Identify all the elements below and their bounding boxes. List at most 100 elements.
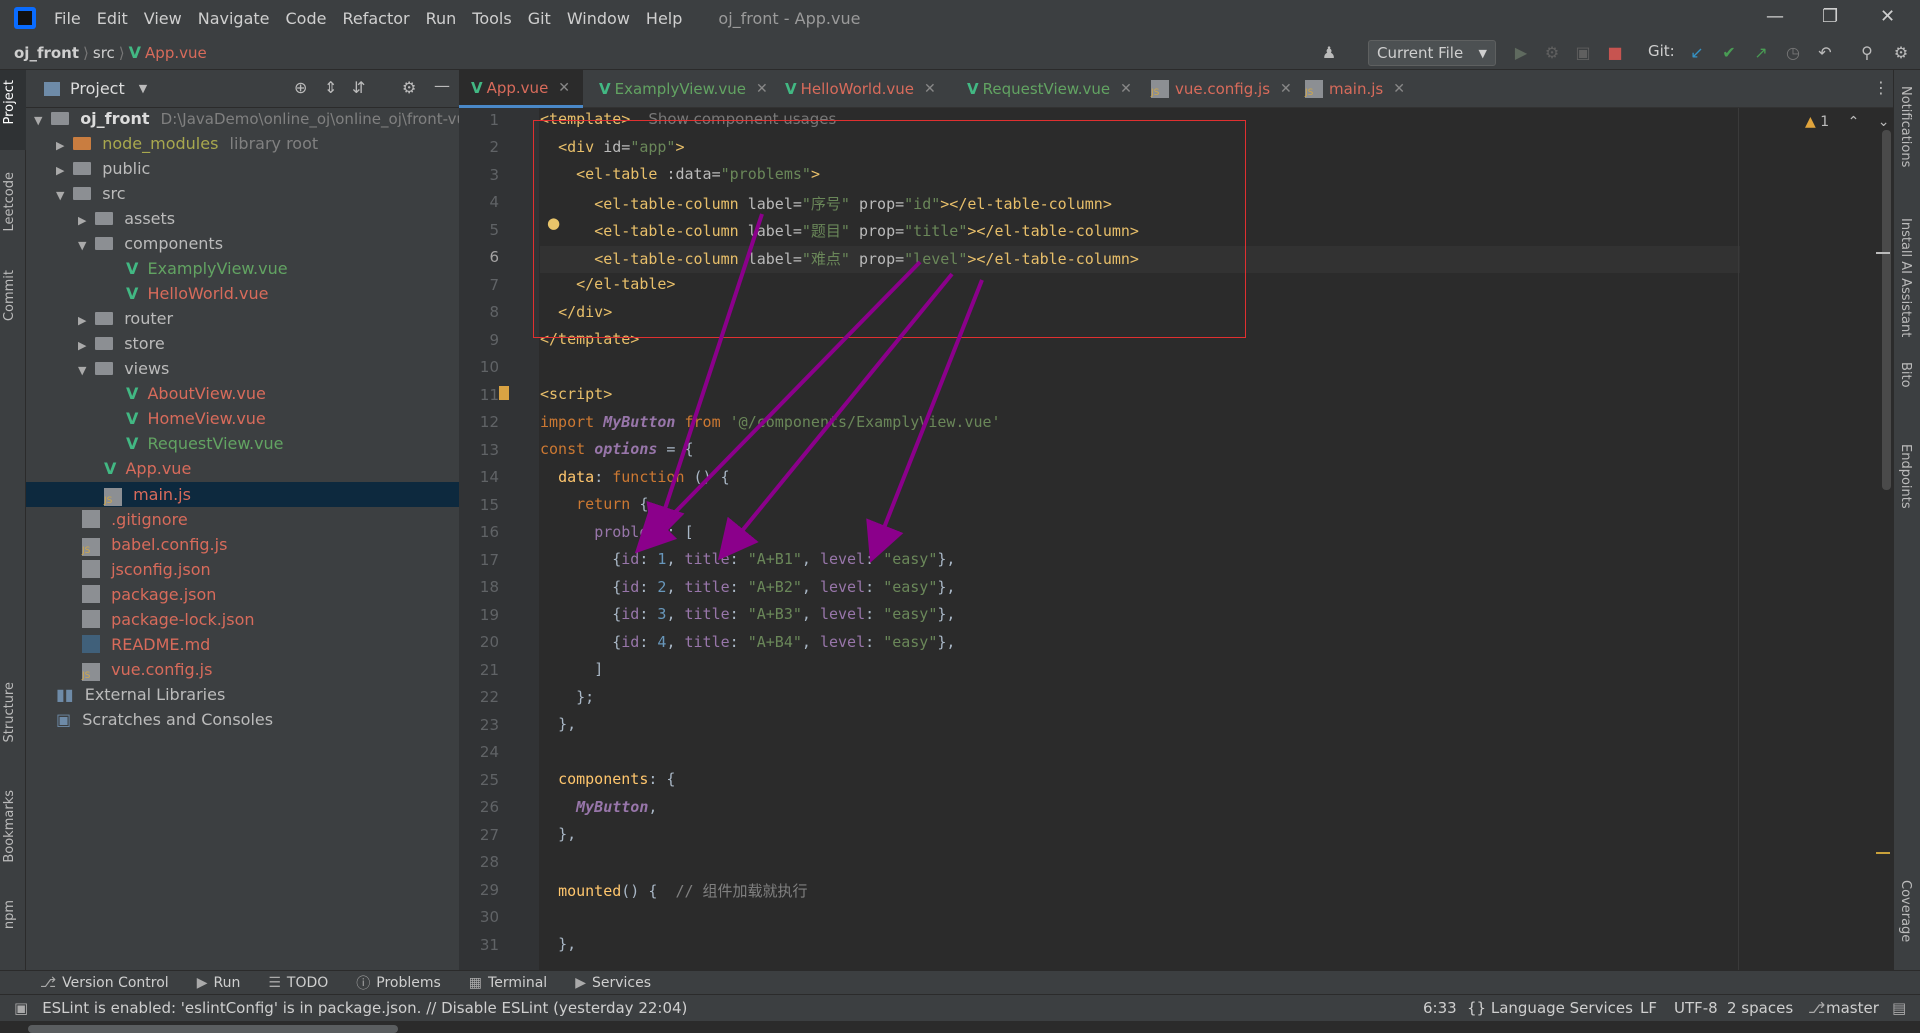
tool-tab-npm[interactable]: npm bbox=[2, 900, 17, 929]
git-push-icon[interactable]: ↗ bbox=[1752, 44, 1770, 62]
tool-tab-services[interactable]: ▶ Services bbox=[575, 975, 651, 991]
menu-run[interactable]: Run bbox=[426, 9, 457, 28]
tab-app-vue[interactable]: V App.vue ✕ bbox=[459, 70, 583, 108]
minimize-icon[interactable]: — bbox=[1766, 6, 1784, 27]
tree-item-public[interactable]: ▶ public bbox=[56, 156, 150, 181]
close-tab-icon[interactable]: ✕ bbox=[924, 81, 936, 97]
tree-item-requestview[interactable]: V RequestView.vue bbox=[126, 431, 284, 456]
code-line-15[interactable]: return { bbox=[540, 495, 648, 513]
coverage-run-icon[interactable]: ▣ bbox=[1574, 44, 1592, 62]
tree-item-jsconfig[interactable]: jsconfig.json bbox=[82, 557, 211, 582]
tool-tab-project[interactable]: Project bbox=[2, 80, 17, 124]
close-tab-icon[interactable]: ✕ bbox=[1393, 81, 1405, 97]
code-line-19[interactable]: {id: 3, title: "A+B3", level: "easy"}, bbox=[540, 605, 955, 623]
locate-icon[interactable]: ⊕ bbox=[294, 78, 307, 97]
editor-vertical-scrollbar[interactable] bbox=[1882, 130, 1891, 490]
code-line-14[interactable]: data: function () { bbox=[540, 468, 730, 486]
search-icon[interactable]: ⚲ bbox=[1858, 44, 1876, 62]
tool-tab-bookmarks[interactable]: Bookmarks bbox=[2, 790, 17, 863]
menu-file[interactable]: File bbox=[54, 9, 81, 28]
toggle-tool-windows-icon[interactable]: ▣ bbox=[14, 999, 28, 1017]
breadcrumb-src[interactable]: src bbox=[93, 44, 115, 62]
more-tabs-icon[interactable]: ⋮ bbox=[1873, 78, 1889, 97]
tree-item-babel-config[interactable]: JS babel.config.js bbox=[82, 532, 227, 557]
menu-edit[interactable]: Edit bbox=[97, 9, 128, 28]
code-line-31[interactable]: }, bbox=[540, 935, 576, 953]
code-line-20[interactable]: {id: 4, title: "A+B4", level: "easy"}, bbox=[540, 633, 955, 651]
code-line-26[interactable]: MyButton, bbox=[540, 798, 657, 816]
close-tab-icon[interactable]: ✕ bbox=[756, 81, 768, 97]
restore-icon[interactable]: ❐ bbox=[1822, 6, 1838, 27]
language-services[interactable]: {} Language Services bbox=[1467, 999, 1633, 1017]
rollback-icon[interactable]: ↶ bbox=[1816, 44, 1834, 62]
tree-item-helloworld[interactable]: V HelloWorld.vue bbox=[126, 281, 268, 306]
tool-tab-todo[interactable]: ☰ TODO bbox=[268, 975, 328, 991]
tree-item-package-lock[interactable]: package-lock.json bbox=[82, 607, 255, 632]
run-configuration-select[interactable]: Current File ▼ bbox=[1368, 40, 1496, 66]
tab-vue-config[interactable]: JS vue.config.js ✕ bbox=[1139, 70, 1292, 108]
code-line-17[interactable]: {id: 1, title: "A+B1", level: "easy"}, bbox=[540, 550, 955, 568]
tree-item-app-vue[interactable]: V App.vue bbox=[104, 456, 191, 481]
collapse-all-icon[interactable]: ⇵ bbox=[352, 78, 365, 97]
tool-tab-structure[interactable]: Structure bbox=[2, 682, 17, 742]
tree-item-node-modules[interactable]: ▶ node_modules library root bbox=[56, 131, 318, 156]
line-separator[interactable]: LF bbox=[1640, 999, 1657, 1017]
tab-requestview[interactable]: V RequestView.vue ✕ bbox=[955, 70, 1132, 108]
status-message[interactable]: ESLint is enabled: 'eslintConfig' is in … bbox=[42, 999, 687, 1017]
menu-refactor[interactable]: Refactor bbox=[342, 9, 409, 28]
chevron-up-icon[interactable]: ⌃ bbox=[1848, 114, 1860, 130]
git-commit-icon[interactable]: ✔ bbox=[1720, 44, 1738, 62]
tool-tab-ai-assistant[interactable]: Install AI Assistant bbox=[1898, 218, 1913, 337]
tree-item-examplyview[interactable]: V ExamplyView.vue bbox=[126, 256, 288, 281]
tree-item-package-json[interactable]: package.json bbox=[82, 582, 216, 607]
chevron-down-icon[interactable]: ▼ bbox=[139, 82, 147, 95]
git-branch[interactable]: master bbox=[1826, 999, 1879, 1017]
code-line-11[interactable]: <script> bbox=[540, 385, 612, 403]
code-line-18[interactable]: {id: 2, title: "A+B2", level: "easy"}, bbox=[540, 578, 955, 596]
hide-icon[interactable]: — bbox=[434, 76, 450, 95]
close-icon[interactable]: ✕ bbox=[1880, 6, 1895, 27]
code-line-21[interactable]: ] bbox=[540, 660, 603, 678]
code-line-23[interactable]: }, bbox=[540, 715, 576, 733]
tree-item-views[interactable]: ▼ views bbox=[78, 356, 169, 381]
tree-item-store[interactable]: ▶ store bbox=[78, 331, 165, 356]
tree-item-vue-config[interactable]: JS vue.config.js bbox=[82, 657, 212, 682]
tool-tab-commit[interactable]: Commit bbox=[2, 270, 17, 321]
indent-setting[interactable]: 2 spaces bbox=[1727, 999, 1793, 1017]
tool-tab-notifications[interactable]: Notifications bbox=[1898, 86, 1913, 167]
user-icon[interactable]: ♟ bbox=[1320, 44, 1338, 62]
code-line-27[interactable]: }, bbox=[540, 825, 576, 843]
close-tab-icon[interactable]: ✕ bbox=[1120, 81, 1132, 97]
chevron-down-icon[interactable]: ⌄ bbox=[1878, 114, 1890, 130]
tab-examplyview[interactable]: V ExamplyView.vue ✕ bbox=[587, 70, 768, 108]
breadcrumb-file[interactable]: App.vue bbox=[145, 44, 207, 62]
tree-item-scratches[interactable]: ▣ Scratches and Consoles bbox=[56, 707, 273, 732]
tool-tab-coverage[interactable]: Coverage bbox=[1898, 880, 1913, 942]
expand-all-icon[interactable]: ⇕ bbox=[324, 78, 337, 97]
tree-item-src[interactable]: ▼ src bbox=[56, 181, 126, 206]
tab-main-js[interactable]: JS main.js ✕ bbox=[1293, 70, 1405, 108]
file-encoding[interactable]: UTF-8 bbox=[1674, 999, 1718, 1017]
tool-tab-leetcode[interactable]: Leetcode bbox=[2, 172, 17, 231]
stop-icon[interactable]: ■ bbox=[1606, 44, 1624, 62]
tab-helloworld[interactable]: V HelloWorld.vue ✕ bbox=[773, 70, 936, 108]
tree-root[interactable]: ▼ oj_front D:\JavaDemo\online_oj\online_… bbox=[34, 106, 475, 131]
tool-tab-version-control[interactable]: ⎇ Version Control bbox=[40, 975, 169, 991]
tree-item-readme[interactable]: README.md bbox=[82, 632, 210, 657]
menu-code[interactable]: Code bbox=[286, 9, 327, 28]
code-line-22[interactable]: }; bbox=[540, 688, 594, 706]
tool-tab-endpoints[interactable]: Endpoints bbox=[1898, 444, 1913, 509]
gear-icon[interactable]: ⚙ bbox=[402, 78, 416, 97]
menu-git[interactable]: Git bbox=[528, 9, 551, 28]
bookmark-icon[interactable] bbox=[499, 386, 509, 400]
project-panel-title[interactable]: Project bbox=[70, 79, 125, 98]
menu-help[interactable]: Help bbox=[646, 9, 682, 28]
tree-item-assets[interactable]: ▶ assets bbox=[78, 206, 175, 231]
caret-position[interactable]: 6:33 bbox=[1423, 999, 1457, 1017]
tree-item-external-libraries[interactable]: ▮▮ External Libraries bbox=[56, 682, 225, 707]
menu-window[interactable]: Window bbox=[567, 9, 630, 28]
git-update-icon[interactable]: ↙ bbox=[1688, 44, 1706, 62]
code-line-13[interactable]: const options = { bbox=[540, 440, 694, 458]
tree-item-main-js[interactable]: JS main.js bbox=[104, 482, 191, 507]
tool-tab-problems[interactable]: ⓘ Problems bbox=[356, 973, 441, 993]
